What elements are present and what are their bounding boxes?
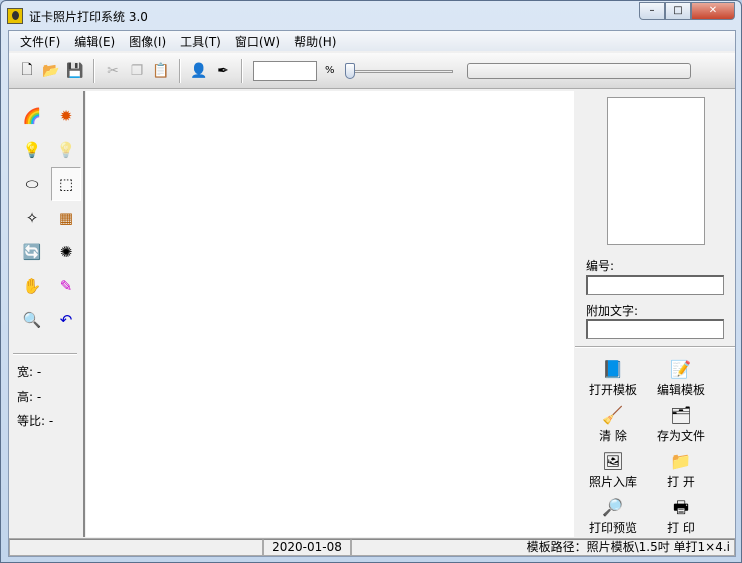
progress-bar <box>466 62 691 79</box>
open-template-icon: 📘 <box>602 360 624 380</box>
print-button[interactable]: 🖶 打 印 <box>649 497 713 543</box>
status-bar: 2020-01-08 模板路径：照片模板\1.5吋 单打1×4.i <box>9 538 735 557</box>
label: 打 开 <box>667 475 695 489</box>
magic-wand-icon[interactable]: ✎ <box>51 269 81 303</box>
undo-icon[interactable]: ↶ <box>51 303 81 337</box>
toolbar-separator <box>93 58 95 83</box>
light-bulb-off-icon[interactable]: 💡 <box>51 133 81 167</box>
menu-edit[interactable]: 编辑(E) <box>67 33 122 50</box>
open-folder-icon[interactable]: 📂 <box>41 61 61 81</box>
number-label: 编号: <box>586 259 615 273</box>
label: 打印预览 <box>588 521 637 535</box>
divider <box>13 353 77 355</box>
save-as-file-button[interactable]: 🗂 存为文件 <box>649 405 713 451</box>
menu-help[interactable]: 帮助(H) <box>287 33 343 50</box>
width-label: 宽: - <box>17 365 42 379</box>
rotate-icon[interactable]: 🔄 <box>17 235 47 269</box>
pen-icon[interactable]: ✒ <box>213 61 233 81</box>
photo-preview <box>607 97 705 245</box>
clear-icon: 🧹 <box>602 406 624 426</box>
zoom-slider[interactable] <box>343 61 453 81</box>
brightness-icon[interactable]: ✹ <box>51 99 81 133</box>
title-bar: 证卡照片打印系统 3.0 <box>7 5 148 27</box>
height-label: 高: - <box>17 390 42 404</box>
toolbar: 🗋 📂 💾 ✂ ❐ 📋 👤 ✒ % <box>9 53 735 89</box>
hand-pan-icon[interactable]: ✋ <box>17 269 47 303</box>
menu-image[interactable]: 图像(I) <box>122 33 173 50</box>
ellipse-select-icon[interactable]: ⬭ <box>17 167 47 201</box>
zoom-input[interactable] <box>253 60 317 81</box>
image-canvas[interactable] <box>86 91 574 537</box>
client-area: 文件(F) 编辑(E) 图像(I) 工具(T) 窗口(W) 帮助(H) 🗋 📂 … <box>8 30 736 557</box>
rect-select-icon[interactable]: ⬚ <box>51 167 81 201</box>
tool-panel: 🌈 ✹ 💡 💡 ⬭ ⬚ ✧ ▦ 🔄 ✺ ✋ ✎ 🔍 ↶ 宽: - 高: - 等比… <box>9 91 85 537</box>
label: 照片入库 <box>588 475 637 489</box>
open-template-button[interactable]: 📘 打开模板 <box>581 359 645 405</box>
label: 编辑模板 <box>656 383 705 397</box>
label: 存为文件 <box>656 429 705 443</box>
edit-template-icon: 📝 <box>670 360 692 380</box>
open-button[interactable]: 📁 打 开 <box>649 451 713 497</box>
divider <box>575 346 735 348</box>
ratio-label: 等比: - <box>17 414 54 428</box>
app-window: 证卡照片打印系统 3.0 – □ ✕ 文件(F) 编辑(E) 图像(I) 工具(… <box>0 0 742 563</box>
print-preview-icon: 🔎 <box>602 498 624 518</box>
label: 打 印 <box>667 521 695 535</box>
folder-icon: 📁 <box>670 452 692 472</box>
attached-text-label: 附加文字: <box>586 304 639 318</box>
maximize-button[interactable]: □ <box>665 2 691 20</box>
label: 清 除 <box>599 429 627 443</box>
status-left <box>9 539 263 556</box>
paste-icon[interactable]: 📋 <box>151 61 171 81</box>
app-icon <box>7 8 23 24</box>
toolbar-separator <box>241 58 243 83</box>
clear-button[interactable]: 🧹 清 除 <box>581 405 645 451</box>
toolbar-separator <box>179 58 181 83</box>
printer-icon: 🖶 <box>672 498 690 518</box>
attached-text-input[interactable] <box>586 319 724 339</box>
lasso-select-icon[interactable]: ✧ <box>17 201 47 235</box>
light-bulb-icon[interactable]: 💡 <box>17 133 47 167</box>
right-panel: 编号: 附加文字: 📘 打开模板 📝 编辑模板 🧹 清 除 🗂 存为文件 🖼 照片入库 📁… <box>575 91 735 537</box>
slider-thumb[interactable] <box>344 62 355 79</box>
save-icon[interactable]: 💾 <box>65 61 85 81</box>
close-button[interactable]: ✕ <box>691 2 735 20</box>
menu-window[interactable]: 窗口(W) <box>228 33 287 50</box>
texture-icon[interactable]: ▦ <box>51 201 81 235</box>
menu-file[interactable]: 文件(F) <box>13 33 67 50</box>
cut-icon[interactable]: ✂ <box>103 61 123 81</box>
window-title: 证卡照片打印系统 3.0 <box>29 9 148 24</box>
person-photo-icon[interactable]: 👤 <box>189 61 209 81</box>
save-file-icon: 🗂 <box>670 406 692 426</box>
copy-icon[interactable]: ❐ <box>127 61 147 81</box>
menu-tools[interactable]: 工具(T) <box>173 33 228 50</box>
menu-bar: 文件(F) 编辑(E) 图像(I) 工具(T) 窗口(W) 帮助(H) <box>9 31 735 51</box>
effect-icon[interactable]: ✺ <box>51 235 81 269</box>
edit-template-button[interactable]: 📝 编辑模板 <box>649 359 713 405</box>
percent-label: % <box>325 65 335 76</box>
label: 打开模板 <box>588 383 637 397</box>
color-adjust-icon[interactable]: 🌈 <box>17 99 47 133</box>
zoom-icon[interactable]: 🔍 <box>17 303 47 337</box>
photo-folder-icon: 🖼 <box>602 452 624 472</box>
status-template-path: 模板路径：照片模板\1.5吋 单打1×4.i <box>351 539 735 556</box>
number-input[interactable] <box>586 275 724 295</box>
minimize-button[interactable]: – <box>639 2 665 20</box>
photo-import-button[interactable]: 🖼 照片入库 <box>581 451 645 497</box>
status-date: 2020-01-08 <box>263 539 351 556</box>
new-file-icon[interactable]: 🗋 <box>17 61 37 81</box>
print-preview-button[interactable]: 🔎 打印预览 <box>581 497 645 543</box>
